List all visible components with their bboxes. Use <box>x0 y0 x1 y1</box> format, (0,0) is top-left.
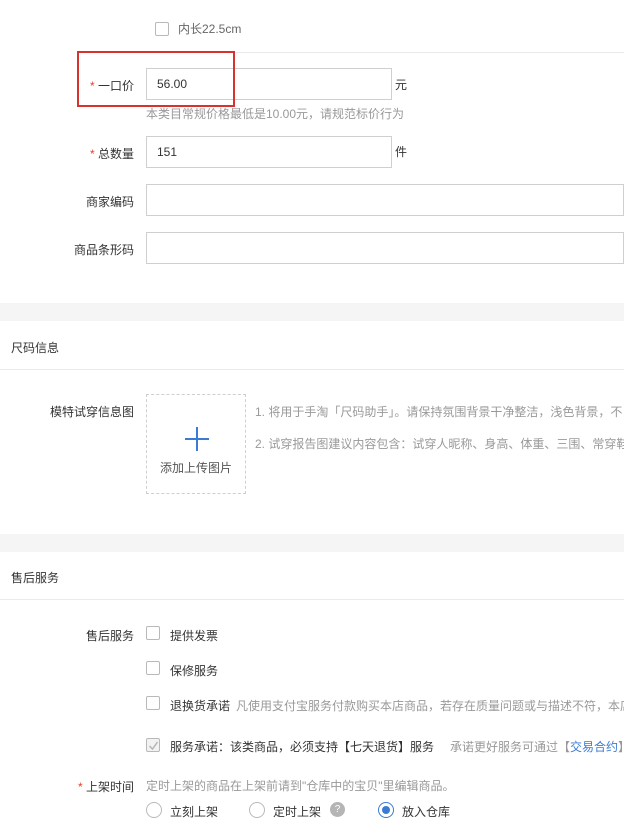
size-option-label: 内长22.5cm <box>178 22 242 36</box>
quantity-input[interactable]: 151 <box>146 136 392 168</box>
barcode-input[interactable] <box>146 232 624 264</box>
size-section-title: 尺码信息 <box>11 341 60 355</box>
service-commitment-checkbox <box>146 738 160 752</box>
note-suffix: 】 <box>618 740 624 754</box>
scheduled-label: 定时上架 <box>273 805 322 819</box>
section-band <box>0 303 624 321</box>
warehouse-label: 放入仓库 <box>402 805 451 819</box>
barcode-label: 商品条形码 <box>73 243 134 257</box>
note-prefix: 承诺更好服务可通过【 <box>450 740 571 754</box>
return-promise-label: 退换货承诺 <box>170 699 231 713</box>
price-unit: 元 <box>395 78 408 92</box>
trade-contract-link[interactable]: 交易合约 <box>570 740 618 754</box>
return-promise-checkbox[interactable] <box>146 696 160 710</box>
merchant-code-input[interactable] <box>146 184 624 216</box>
plus-icon <box>185 427 209 451</box>
warranty-checkbox[interactable] <box>146 661 160 675</box>
quantity-label-text: 总数量 <box>97 147 134 161</box>
radio-list-now[interactable] <box>146 802 162 818</box>
warranty-label: 保修服务 <box>170 664 219 678</box>
listing-time-label: * 上架时间 <box>0 778 134 795</box>
upload-image-button[interactable]: 添加上传图片 <box>146 394 246 494</box>
upload-label: 添加上传图片 <box>159 461 232 475</box>
size-option-checkbox[interactable] <box>155 22 169 36</box>
service-commitment-label: 服务承诺：该类商品，必须支持【七天退货】服务 <box>170 740 435 754</box>
divider <box>0 369 624 370</box>
highlight-box <box>77 51 235 107</box>
listing-time-label-text: 上架时间 <box>85 780 134 794</box>
required-mark: * <box>89 147 95 161</box>
return-promise-desc: 凡使用支付宝服务付款购买本店商品，若存在质量问题或与描述不符，本店 <box>236 699 624 713</box>
check-icon <box>148 741 159 751</box>
invoice-label: 提供发票 <box>170 629 219 643</box>
radio-warehouse[interactable] <box>378 802 394 818</box>
service-commitment-note: 承诺更好服务可通过【交易合约】 <box>450 738 624 755</box>
help-icon[interactable]: ? <box>330 802 345 817</box>
quantity-label: * 总数量 <box>0 145 134 162</box>
invoice-checkbox[interactable] <box>146 626 160 640</box>
radio-scheduled[interactable] <box>249 802 265 818</box>
after-sales-section-title: 售后服务 <box>11 571 60 585</box>
after-sales-label: 售后服务 <box>85 629 134 643</box>
price-hint: 本类目常规价格最低是10.00元，请规范标价行为 <box>146 107 405 121</box>
list-now-label: 立刻上架 <box>170 805 219 819</box>
required-mark: * <box>77 780 83 794</box>
model-info-label: 模特试穿信息图 <box>49 405 134 419</box>
divider <box>0 599 624 600</box>
size-note-1: 1. 将用于手淘「尺码助手」。请保持氛围背景干净整洁，浅色背景，不 <box>255 405 623 419</box>
size-note-2: 2. 试穿报告图建议内容包含：试穿人昵称、身高、体重、三围、常穿鞋 <box>255 437 624 451</box>
merchant-code-label: 商家编码 <box>85 195 134 209</box>
quantity-unit: 件 <box>395 145 408 159</box>
listing-time-hint: 定时上架的商品在上架前请到"仓库中的宝贝"里编辑商品。 <box>146 779 455 793</box>
section-band <box>0 534 624 552</box>
